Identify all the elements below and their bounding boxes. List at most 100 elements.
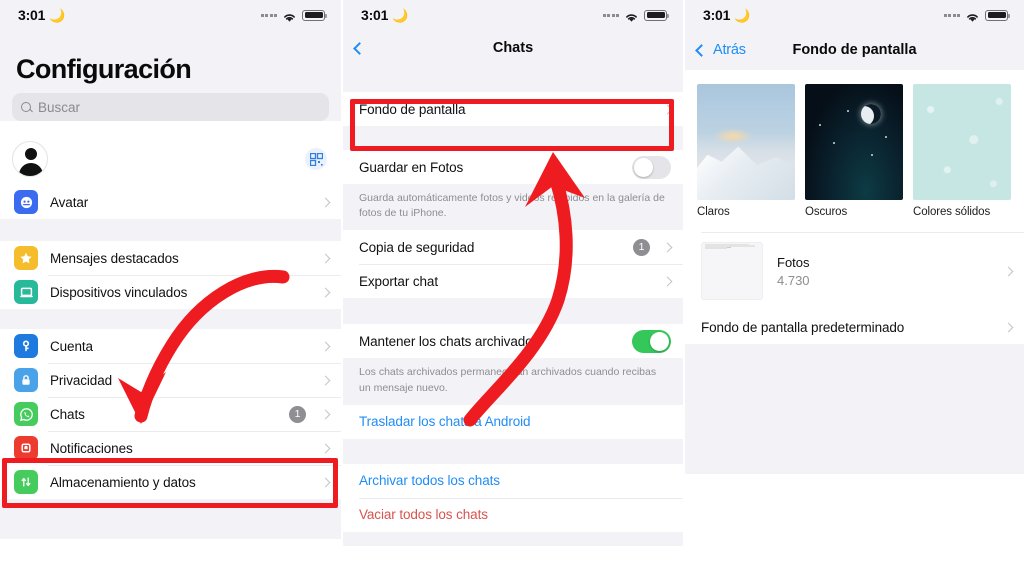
crescent-moon-icon: 🌙: [734, 7, 751, 23]
wallpaper-option-colores-solidos[interactable]: Colores sólidos: [913, 84, 1011, 218]
panel-settings: 3:01 🌙 Configuración Buscar Avatar Mensa…: [0, 0, 341, 576]
battery-icon: [302, 9, 327, 21]
thumb-caption: Oscuros: [805, 206, 848, 218]
chevron-right-icon: [320, 409, 331, 419]
settings-group-2: Mensajes destacados Dispositivos vincula…: [0, 241, 341, 309]
sidebar-item-label: Mensajes destacados: [50, 250, 179, 266]
panel-chats: 3:01 🌙 Chats Fondo de pantalla Guardar e…: [343, 0, 683, 576]
signal-dots-icon: [602, 13, 619, 17]
search-input[interactable]: Buscar: [12, 93, 329, 121]
profile-row[interactable]: [0, 133, 341, 185]
fotos-title: Fotos: [777, 254, 810, 270]
back-button-label[interactable]: Atrás: [713, 42, 746, 58]
sidebar-item-almacenamiento-y-datos[interactable]: Almacenamiento y datos: [0, 465, 341, 499]
row-vaciar-todos-los-chats[interactable]: Vaciar todos los chats: [343, 497, 683, 532]
row-label: Guardar en Fotos: [359, 159, 464, 175]
chevron-right-icon: [662, 104, 673, 114]
settings-group-1: Avatar: [0, 185, 341, 219]
search-icon: [21, 101, 32, 113]
chats-band-3: [343, 438, 683, 464]
chevron-left-icon[interactable]: [353, 41, 366, 55]
row-fotos[interactable]: Fotos 4.730: [685, 232, 1024, 310]
lock-icon: [14, 368, 38, 392]
star-icon: [14, 246, 38, 270]
search-placeholder: Buscar: [38, 99, 81, 115]
chevron-right-icon: [320, 197, 331, 207]
row-mantener-chats-archivados[interactable]: Mantener los chats archivados: [343, 324, 683, 359]
chats-band-2: [343, 298, 683, 325]
sidebar-item-cuenta[interactable]: Cuenta: [0, 329, 341, 363]
chevron-right-icon: [320, 375, 331, 385]
status-bar-right: [602, 9, 669, 22]
row-exportar-chat[interactable]: Exportar chat: [343, 264, 683, 299]
wallpaper-thumb-grid: Claros Oscuros Colores sólidos: [685, 70, 1024, 218]
sidebar-item-label: Privacidad: [50, 372, 113, 388]
settings-gap-3: [0, 499, 341, 539]
status-bar-right: [943, 9, 1010, 22]
chevron-right-icon: [1003, 322, 1014, 332]
crescent-moon-icon: 🌙: [392, 7, 409, 23]
row-fondo-predeterminado[interactable]: Fondo de pantalla predeterminado: [685, 310, 1024, 344]
row-trasladar-chats-android[interactable]: Trasladar los chats a Android: [343, 404, 683, 439]
laptop-icon: [14, 280, 38, 304]
screenshot-stage: 3:01 🌙 Configuración Buscar Avatar Mensa…: [0, 0, 1024, 576]
sidebar-item-chats[interactable]: Chats 1: [0, 397, 341, 431]
row-copia-de-seguridad[interactable]: Copia de seguridad 1: [343, 230, 683, 265]
row-fondo-de-pantalla[interactable]: Fondo de pantalla: [343, 92, 683, 126]
sidebar-item-label: Avatar: [50, 194, 89, 210]
key-icon: [14, 334, 38, 358]
status-bar: 3:01 🌙: [343, 0, 683, 30]
chevron-right-icon: [320, 341, 331, 351]
wallpaper-band-bottom: [685, 344, 1024, 474]
chevron-right-icon: [320, 443, 331, 453]
chats-band-1: [343, 126, 683, 150]
row-label: Vaciar todos los chats: [359, 507, 488, 523]
fotos-text-block: Fotos 4.730: [777, 255, 810, 288]
status-bar: 3:01 🌙: [685, 0, 1024, 30]
night-moon-photo: [805, 84, 903, 200]
status-bar: 3:01 🌙: [0, 0, 341, 30]
signal-dots-icon: [260, 13, 277, 17]
wifi-icon: [965, 10, 980, 22]
chevron-right-icon: [662, 242, 673, 253]
fotos-count: 4.730: [777, 272, 810, 288]
chats-navbar: Chats: [343, 30, 683, 66]
row-archivar-todos-los-chats[interactable]: Archivar todos los chats: [343, 463, 683, 498]
thumb-caption: Colores sólidos: [913, 206, 991, 218]
thumb-caption: Claros: [697, 206, 730, 218]
sidebar-item-mensajes-destacados[interactable]: Mensajes destacados: [0, 241, 341, 275]
signal-dots-icon: [943, 13, 960, 17]
chevron-right-icon: [1003, 266, 1014, 276]
settings-gap-1: [0, 219, 341, 241]
wifi-icon: [282, 10, 297, 22]
row-label: Trasladar los chats a Android: [359, 414, 531, 430]
sidebar-item-avatar[interactable]: Avatar: [0, 185, 341, 219]
guardar-en-fotos-toggle[interactable]: [632, 155, 671, 179]
status-bar-left: 3:01 🌙: [703, 7, 750, 23]
chats-band-bottom: [343, 531, 683, 546]
wallpaper-option-oscuros[interactable]: Oscuros: [805, 84, 903, 218]
chevron-right-icon: [320, 287, 331, 297]
solid-teal-pattern: [913, 84, 1011, 200]
wallpaper-spacer: [685, 218, 1024, 232]
sidebar-item-dispositivos-vinculados[interactable]: Dispositivos vinculados: [0, 275, 341, 309]
page-title: Configuración: [16, 54, 192, 84]
mantener-chats-archivados-toggle[interactable]: [632, 329, 671, 353]
sidebar-item-privacidad[interactable]: Privacidad: [0, 363, 341, 397]
row-guardar-en-fotos[interactable]: Guardar en Fotos: [343, 150, 683, 184]
row-label: Copia de seguridad: [359, 239, 475, 255]
chevron-right-icon: [320, 253, 331, 263]
battery-icon: [985, 9, 1010, 21]
wifi-icon: [624, 10, 639, 22]
sidebar-item-label: Notificaciones: [50, 440, 133, 456]
qr-code-icon[interactable]: [305, 148, 327, 170]
wallpaper-option-claros[interactable]: Claros: [697, 84, 795, 218]
sidebar-item-label: Dispositivos vinculados: [50, 284, 188, 300]
status-time: 3:01: [18, 7, 46, 23]
chevron-right-icon: [320, 477, 331, 487]
status-badge: 1: [289, 405, 306, 423]
screenshot-thumb: [701, 242, 763, 300]
mantener-chats-footnote: Los chats archivados permanecerán archiv…: [343, 358, 683, 405]
chevron-left-icon[interactable]: [695, 43, 708, 57]
sidebar-item-notificaciones[interactable]: Notificaciones: [0, 431, 341, 465]
